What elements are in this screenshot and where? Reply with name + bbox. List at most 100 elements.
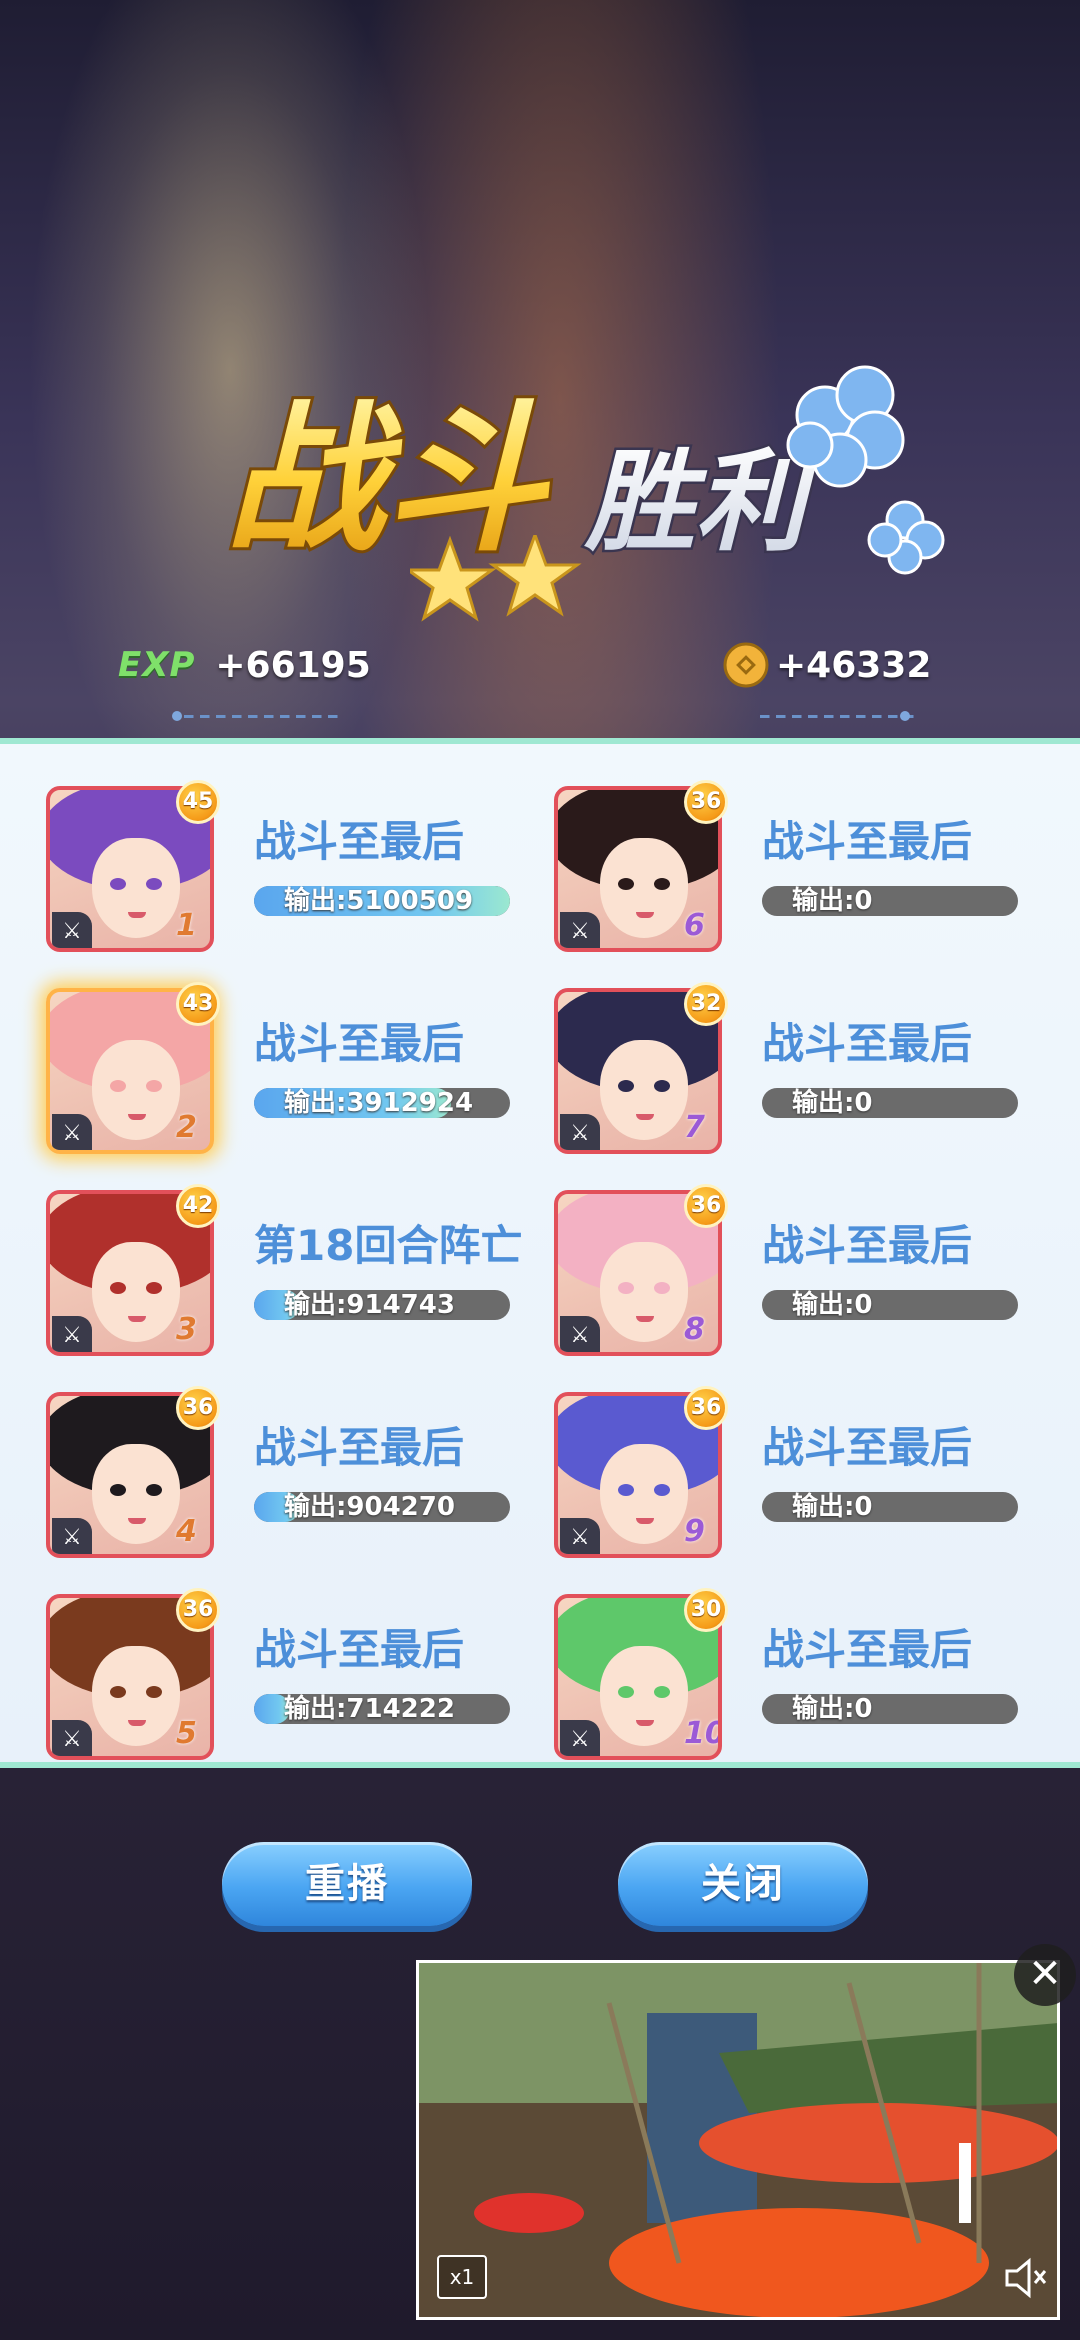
flower-decoration-icon [786, 365, 945, 575]
hero-status: 第18回合阵亡 [254, 1221, 523, 1270]
hero-eye-left [110, 878, 126, 890]
hero-face [600, 1444, 688, 1544]
gold-dash-dot [900, 711, 910, 721]
hero-status: 战斗至最后 [254, 1423, 465, 1472]
hero-card[interactable]: ⚔ 7 32 战斗至最后输出:0 [554, 982, 1074, 1164]
hero-status: 战斗至最后 [254, 817, 465, 866]
hero-class-icon: ⚔ [52, 1316, 92, 1352]
damage-bar: 输出:714222 [254, 1694, 510, 1724]
hero-level-badge: 36 [176, 1386, 220, 1430]
hero-face [600, 1242, 688, 1342]
hero-card[interactable]: ⚔ 2 43 战斗至最后输出:3912924 [46, 982, 566, 1164]
hero-card[interactable]: ⚔ 6 36 战斗至最后 输出:0 [554, 780, 1074, 962]
damage-bar: 输出:904270 [254, 1492, 510, 1522]
damage-text: 输出:0 [792, 1492, 873, 1522]
video-ad[interactable]: x1 [416, 1960, 1060, 2320]
hero-slot-number: 3 [176, 1312, 197, 1347]
hero-eye-right [146, 1080, 162, 1092]
hero-face [92, 1242, 180, 1342]
hero-eye-right [146, 1686, 162, 1698]
hero-eye-left [618, 878, 634, 890]
hero-class-icon: ⚔ [560, 1720, 600, 1756]
hero-level-badge: 36 [684, 780, 728, 824]
hero-level-badge: 43 [176, 982, 220, 1026]
hero-eye-left [618, 1282, 634, 1294]
damage-text: 输出:3912924 [284, 1088, 474, 1118]
hero-status: 战斗至最后 [254, 1019, 465, 1068]
hero-slot-number: 4 [176, 1514, 197, 1549]
hero-eye-right [146, 878, 162, 890]
hero-eye-left [110, 1282, 126, 1294]
hero-class-icon: ⚔ [52, 1114, 92, 1150]
hero-class-icon: ⚔ [560, 1316, 600, 1352]
gold-dash-line [760, 712, 920, 720]
damage-bar: 输出:5100509 [254, 886, 510, 916]
hero-eye-right [654, 1080, 670, 1092]
hero-level-badge: 32 [684, 982, 728, 1026]
hero-status: 战斗至最后 [762, 1423, 973, 1472]
hero-slot-number: 2 [176, 1110, 197, 1145]
hero-card[interactable]: ⚔ 1 45 战斗至最后 输出:5100509 [46, 780, 566, 962]
hero-status: 战斗至最后 [762, 1221, 973, 1270]
hero-level-badge: 30 [684, 1588, 728, 1632]
hero-class-icon: ⚔ [52, 912, 92, 948]
damage-bar: 输出:0 [762, 1290, 1018, 1320]
coin-icon [723, 642, 769, 688]
hero-card[interactable]: ⚔ 4 36 战斗至最后输出:904270 [46, 1386, 566, 1568]
hero-class-icon: ⚔ [52, 1720, 92, 1756]
hero-eye-right [654, 1484, 670, 1496]
hero-status: 战斗至最后 [762, 817, 973, 866]
damage-text: 输出:0 [792, 1694, 873, 1724]
hero-card[interactable]: ⚔ 10 30 战斗至最后输出:0 [554, 1588, 1074, 1770]
volume-icon[interactable] [999, 2253, 1049, 2303]
hero-eye-right [146, 1484, 162, 1496]
hero-card[interactable]: ⚔ 9 36 战斗至最后输出:0 [554, 1386, 1074, 1568]
hero-card[interactable]: ⚔ 5 36 战斗至最后 输出:714222 [46, 1588, 566, 1770]
hero-eye-right [654, 878, 670, 890]
close-button[interactable]: 关闭 [618, 1842, 868, 1926]
hero-eye-left [618, 1484, 634, 1496]
damage-bar: 输出:0 [762, 1492, 1018, 1522]
hero-level-badge: 36 [176, 1588, 220, 1632]
hero-level-badge: 45 [176, 780, 220, 824]
ad-close-icon[interactable]: ✕ [1014, 1944, 1076, 2006]
hero-level-badge: 36 [684, 1386, 728, 1430]
damage-text: 输出:0 [792, 1088, 873, 1118]
hero-status: 战斗至最后 [254, 1625, 465, 1674]
hero-face [92, 1646, 180, 1746]
exp-value: +66195 [215, 644, 371, 686]
hero-face [92, 838, 180, 938]
hero-status: 战斗至最后 [762, 1625, 973, 1674]
damage-bar: 输出:914743 [254, 1290, 510, 1320]
exp-label: EXP [118, 645, 196, 685]
hero-eye-right [654, 1686, 670, 1698]
damage-bar: 输出:0 [762, 1088, 1018, 1118]
hero-class-icon: ⚔ [560, 1518, 600, 1554]
hero-eye-left [618, 1080, 634, 1092]
hero-status: 战斗至最后 [762, 1019, 973, 1068]
hero-slot-number: 6 [684, 908, 705, 943]
playback-speed-button[interactable]: x1 [437, 2255, 487, 2299]
hero-face [600, 838, 688, 938]
hero-face [92, 1444, 180, 1544]
damage-text: 输出:5100509 [284, 886, 474, 916]
hero-class-icon: ⚔ [52, 1518, 92, 1554]
hero-results-panel: ⚔ 1 45 战斗至最后 输出:5100509 ⚔ 6 36 战斗至最后 输出:0 ⚔ 2 43 战斗至最… [0, 738, 1080, 1768]
hero-level-badge: 42 [176, 1184, 220, 1228]
hero-slot-number: 10 [684, 1716, 722, 1751]
star-rating-icon [410, 535, 582, 622]
hero-card[interactable]: ⚔ 3 42 第18回合阵亡输出:914743 [46, 1184, 566, 1366]
damage-text: 输出:914743 [284, 1290, 455, 1320]
exp-reward: EXP +66195 [118, 640, 371, 690]
hero-card[interactable]: ⚔ 8 36 战斗至最后 输出:0 [554, 1184, 1074, 1366]
hero-results-grid: ⚔ 1 45 战斗至最后 输出:5100509 ⚔ 6 36 战斗至最后 输出:0 ⚔ 2 43 战斗至最… [0, 744, 1080, 1774]
damage-text: 输出:0 [792, 886, 873, 916]
hero-class-icon: ⚔ [560, 1114, 600, 1150]
hero-eye-right [654, 1282, 670, 1294]
hero-slot-number: 7 [684, 1110, 705, 1145]
hero-face [600, 1646, 688, 1746]
exp-dash-line [184, 712, 344, 720]
replay-button[interactable]: 重播 [222, 1842, 472, 1926]
hero-slot-number: 9 [684, 1514, 705, 1549]
hero-eye-left [110, 1484, 126, 1496]
